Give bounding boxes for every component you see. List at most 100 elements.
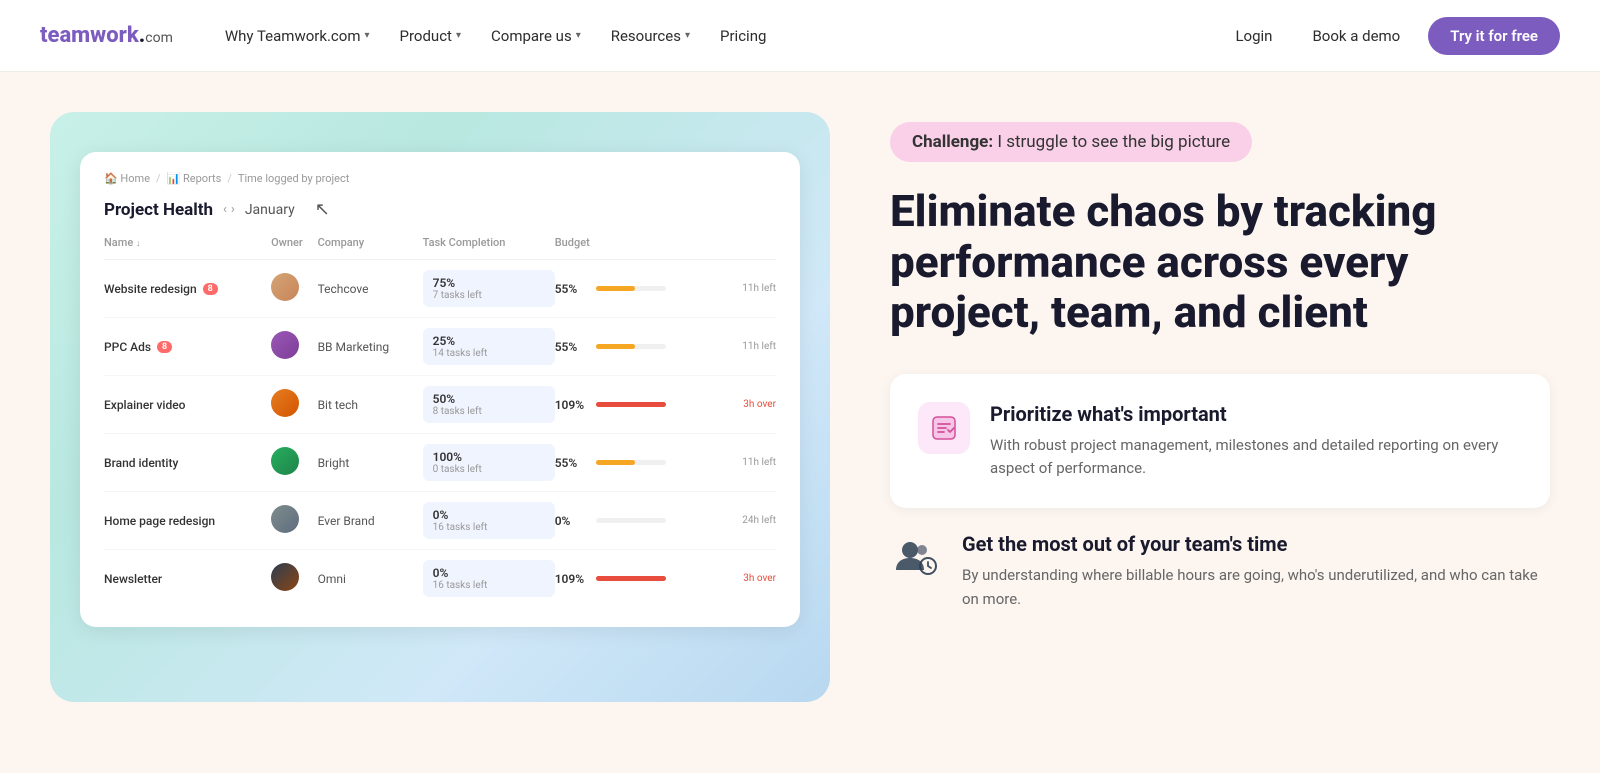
cell-budget-5: 109% 3h over	[555, 550, 776, 608]
table-row: Explainer video Bit tech 50% 8 tasks lef…	[104, 376, 776, 434]
cell-company-1: BB Marketing	[318, 318, 423, 376]
date-nav: ‹ ›	[223, 202, 235, 217]
col-company: Company	[318, 236, 423, 260]
feature-1-text: Prioritize what's important With robust …	[990, 402, 1522, 481]
cell-completion-1: 25% 14 tasks left	[423, 318, 555, 376]
cell-owner-0	[271, 260, 317, 318]
badge-0: 8	[203, 283, 218, 295]
project-table: Name ↓ Owner Company Task Completion Bud…	[104, 236, 776, 607]
nav-item-why[interactable]: Why Teamwork.com ▾	[213, 19, 382, 53]
cell-owner-4	[271, 492, 317, 550]
cell-name-4: Home page redesign	[104, 492, 271, 550]
cell-budget-4: 0% 24h left	[555, 492, 776, 550]
login-button[interactable]: Login	[1223, 19, 1284, 53]
challenge-text: I struggle to see the big picture	[997, 132, 1230, 152]
checklist-icon	[930, 414, 958, 442]
col-budget: Budget	[555, 236, 776, 260]
nav-item-compare[interactable]: Compare us ▾	[479, 19, 593, 53]
nav-item-product[interactable]: Product ▾	[388, 19, 473, 53]
cell-name-2: Explainer video	[104, 376, 271, 434]
cell-budget-1: 55% 11h left	[555, 318, 776, 376]
table-row: Brand identity Bright 100% 0 tasks left …	[104, 434, 776, 492]
avatar-5	[271, 563, 299, 591]
main-content: 🏠 Home / 📊 Reports / Time logged by proj…	[0, 72, 1600, 742]
table-row: Newsletter Omni 0% 16 tasks left 109%	[104, 550, 776, 608]
cell-budget-3: 55% 11h left	[555, 434, 776, 492]
col-task-completion: Task Completion	[423, 236, 555, 260]
nav-pricing-label: Pricing	[720, 27, 766, 45]
month-label: January	[245, 202, 295, 218]
cell-company-5: Omni	[318, 550, 423, 608]
breadcrumb: 🏠 Home / 📊 Reports / Time logged by proj…	[104, 172, 776, 185]
avatar-1	[271, 331, 299, 359]
challenge-label: Challenge:	[912, 132, 993, 152]
table-row: Website redesign 8 Techcove 75% 7 tasks …	[104, 260, 776, 318]
cell-name-0: Website redesign 8	[104, 260, 271, 318]
cell-completion-0: 75% 7 tasks left	[423, 260, 555, 318]
breadcrumb-reports: 📊 Reports	[167, 172, 222, 185]
chevron-down-icon: ▾	[364, 30, 369, 41]
cell-company-3: Bright	[318, 434, 423, 492]
team-time-icon-wrap	[890, 532, 942, 584]
chevron-down-icon: ▾	[456, 30, 461, 41]
cell-completion-5: 0% 16 tasks left	[423, 550, 555, 608]
navbar: teamwork.com Why Teamwork.com ▾ Product …	[0, 0, 1600, 72]
project-health-header: Project Health ‹ › January ↖	[104, 199, 776, 220]
team-time-icon	[890, 532, 942, 584]
feature-card-1-inner: Prioritize what's important With robust …	[918, 402, 1522, 481]
cell-name-1: PPC Ads 8	[104, 318, 271, 376]
breadcrumb-current: Time logged by project	[238, 172, 349, 185]
feature-2-desc: By understanding where billable hours ar…	[962, 564, 1550, 611]
logo-suffix: com	[145, 30, 173, 46]
cell-name-3: Brand identity	[104, 434, 271, 492]
logo-text: teamwork	[40, 23, 139, 48]
hero-title: Eliminate chaos by tracking performance …	[890, 186, 1550, 338]
cell-company-0: Techcove	[318, 260, 423, 318]
challenge-badge: Challenge: I struggle to see the big pic…	[890, 122, 1252, 162]
book-demo-button[interactable]: Book a demo	[1300, 19, 1412, 53]
left-panel: 🏠 Home / 📊 Reports / Time logged by proj…	[50, 112, 830, 702]
feature-2-title: Get the most out of your team's time	[962, 532, 1550, 556]
cell-owner-3	[271, 434, 317, 492]
col-owner: Owner	[271, 236, 317, 260]
table-row: Home page redesign Ever Brand 0% 16 task…	[104, 492, 776, 550]
feature-1-desc: With robust project management, mileston…	[990, 434, 1522, 481]
next-arrow[interactable]: ›	[231, 202, 235, 217]
cursor-icon: ↖	[315, 199, 330, 220]
nav-item-pricing[interactable]: Pricing	[708, 19, 778, 53]
project-health-title: Project Health	[104, 200, 213, 220]
cell-company-2: Bit tech	[318, 376, 423, 434]
cell-budget-2: 109% 3h over	[555, 376, 776, 434]
cell-owner-2	[271, 376, 317, 434]
cell-budget-0: 55% 11h left	[555, 260, 776, 318]
table-row: PPC Ads 8 BB Marketing 25% 14 tasks left…	[104, 318, 776, 376]
col-name: Name ↓	[104, 236, 271, 260]
nav-right: Login Book a demo Try it for free	[1223, 17, 1560, 55]
cell-company-4: Ever Brand	[318, 492, 423, 550]
cell-completion-2: 50% 8 tasks left	[423, 376, 555, 434]
avatar-3	[271, 447, 299, 475]
cell-name-5: Newsletter	[104, 550, 271, 608]
try-free-button[interactable]: Try it for free	[1428, 17, 1560, 55]
feature-1-title: Prioritize what's important	[990, 402, 1522, 426]
chevron-down-icon: ▾	[576, 30, 581, 41]
nav-item-resources[interactable]: Resources ▾	[599, 19, 702, 53]
nav-links: Why Teamwork.com ▾ Product ▾ Compare us …	[213, 19, 1224, 53]
avatar-0	[271, 273, 299, 301]
feature-card-1: Prioritize what's important With robust …	[890, 374, 1550, 509]
nav-why-label: Why Teamwork.com	[225, 27, 361, 45]
nav-resources-label: Resources	[611, 27, 681, 45]
logo[interactable]: teamwork.com	[40, 23, 173, 48]
cell-completion-4: 0% 16 tasks left	[423, 492, 555, 550]
prev-arrow[interactable]: ‹	[223, 202, 227, 217]
badge-1: 8	[157, 341, 172, 353]
feature-2-text: Get the most out of your team's time By …	[962, 532, 1550, 611]
avatar-2	[271, 389, 299, 417]
nav-compare-label: Compare us	[491, 27, 572, 45]
breadcrumb-home: 🏠 Home	[104, 172, 150, 185]
prioritize-icon-wrap	[918, 402, 970, 454]
cell-owner-5	[271, 550, 317, 608]
dashboard-card: 🏠 Home / 📊 Reports / Time logged by proj…	[80, 152, 800, 627]
chevron-down-icon: ▾	[685, 30, 690, 41]
right-panel: Challenge: I struggle to see the big pic…	[890, 112, 1550, 621]
